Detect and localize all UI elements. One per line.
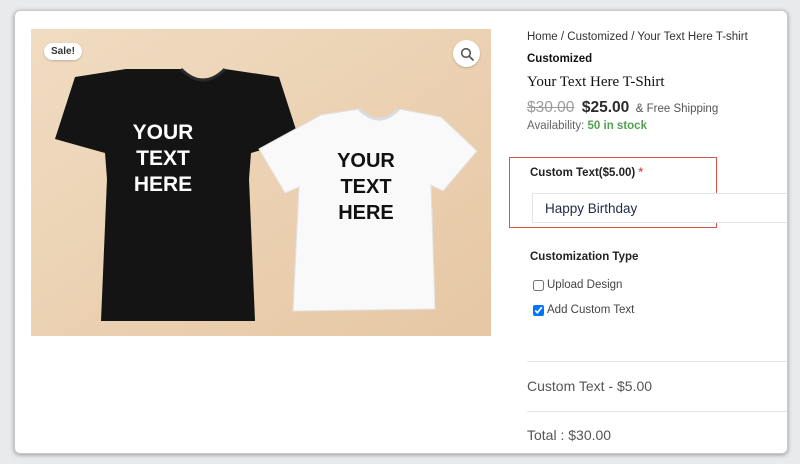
- browser-frame: YOUR TEXT HERE YOUR TEXT HERE Sale! Home…: [14, 10, 788, 454]
- sale-badge: Sale!: [44, 43, 82, 60]
- custom-text-label: Custom Text($5.00) *: [530, 167, 643, 179]
- product-summary: Home / Customized / Your Text Here T-shi…: [527, 31, 787, 132]
- breadcrumb: Home / Customized / Your Text Here T-shi…: [527, 31, 787, 43]
- divider: [527, 361, 787, 362]
- black-shirt-text-line-2: TEXT: [136, 147, 190, 170]
- black-shirt-text-line-1: YOUR: [133, 121, 194, 144]
- black-shirt-text-line-3: HERE: [134, 173, 192, 196]
- add-custom-text-option[interactable]: Add Custom Text: [533, 304, 634, 316]
- breadcrumb-category-link[interactable]: Customized: [567, 31, 628, 43]
- customization-type-label: Customization Type: [530, 251, 639, 263]
- custom-text-fee: Custom Text - $5.00: [527, 378, 653, 394]
- required-marker: *: [638, 167, 643, 179]
- breadcrumb-current: Your Text Here T-shirt: [637, 31, 748, 43]
- product-title: Your Text Here T-Shirt: [527, 74, 665, 90]
- custom-text-input[interactable]: [532, 193, 787, 223]
- white-shirt-text-line-2: TEXT: [340, 176, 391, 198]
- product-image: YOUR TEXT HERE YOUR TEXT HERE: [31, 29, 491, 336]
- product-image-gallery[interactable]: YOUR TEXT HERE YOUR TEXT HERE Sale!: [31, 29, 491, 336]
- breadcrumb-separator: /: [628, 31, 638, 43]
- sale-price: $25.00: [581, 99, 630, 116]
- white-shirt-text-line-1: YOUR: [337, 150, 395, 172]
- breadcrumb-separator: /: [557, 31, 568, 43]
- shipping-note: & Free Shipping: [635, 103, 719, 115]
- old-price: $30.00: [527, 99, 575, 116]
- add-custom-text-checkbox[interactable]: [533, 304, 544, 316]
- breadcrumb-home-link[interactable]: Home: [527, 31, 558, 43]
- product-category[interactable]: Customized: [527, 53, 787, 65]
- stock-status: 50 in stock: [587, 120, 647, 132]
- availability-label: Availability:: [527, 120, 585, 132]
- price-row: $30.00 $25.00 & Free Shipping: [527, 99, 787, 117]
- custom-text-label-text: Custom Text($5.00): [530, 167, 636, 179]
- total-price: Total : $30.00: [527, 427, 612, 443]
- white-shirt-text-line-3: HERE: [338, 202, 394, 224]
- add-custom-text-label: Add Custom Text: [547, 304, 635, 316]
- divider: [527, 411, 787, 412]
- availability: Availability: 50 in stock: [527, 120, 787, 132]
- upload-design-label: Upload Design: [547, 279, 623, 291]
- upload-design-checkbox[interactable]: [533, 279, 544, 291]
- search-icon: [460, 47, 474, 61]
- zoom-button[interactable]: [453, 40, 480, 67]
- upload-design-option[interactable]: Upload Design: [533, 279, 622, 291]
